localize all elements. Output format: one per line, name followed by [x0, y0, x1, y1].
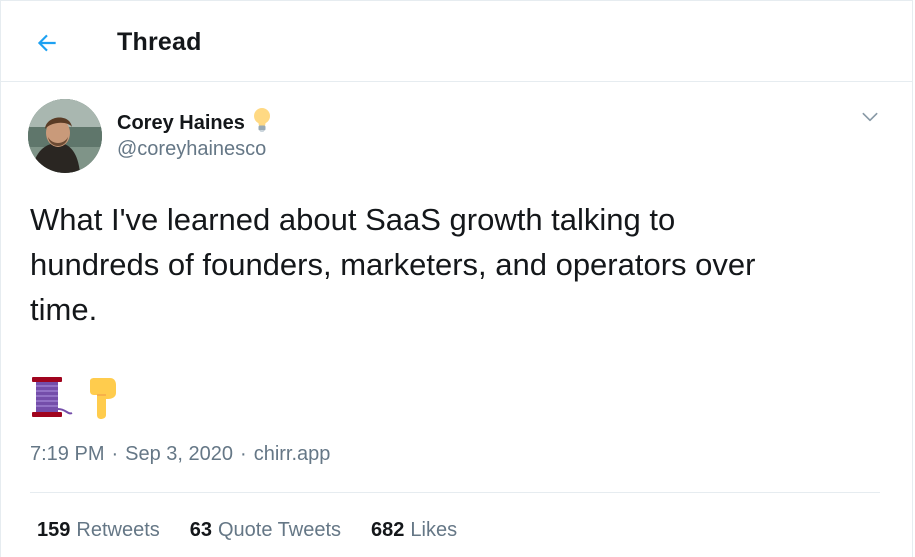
retweets-stat[interactable]: 159 Retweets	[37, 519, 160, 542]
tweet-stats: 159 Retweets 63 Quote Tweets 682 Likes	[37, 519, 487, 542]
header: Thread	[1, 1, 912, 82]
back-button[interactable]	[27, 23, 67, 63]
likes-label: Likes	[410, 519, 458, 541]
profile-photo	[28, 99, 102, 173]
tweet-date[interactable]: Sep 3, 2020	[125, 443, 233, 466]
quote-tweets-stat[interactable]: 63 Quote Tweets	[190, 519, 341, 542]
chevron-down-icon	[862, 112, 878, 122]
meta-separator: ·	[240, 443, 247, 465]
author-handle[interactable]: @coreyhainesco	[117, 138, 266, 161]
tweet-menu-button[interactable]	[857, 104, 883, 130]
source-app-link[interactable]: chirr.app	[254, 443, 331, 466]
avatar[interactable]	[28, 99, 102, 173]
author-name: Corey Haines	[117, 111, 245, 134]
quote-tweets-count: 63	[189, 519, 212, 541]
retweets-count: 159	[37, 519, 71, 541]
meta-separator: ·	[111, 443, 119, 465]
divider	[30, 492, 880, 493]
light-bulb-icon	[252, 107, 272, 139]
thread-view: Thread Corey Haines @coreyhainesco What …	[0, 0, 913, 557]
page-title: Thread	[117, 28, 202, 56]
author-name-row[interactable]: Corey Haines	[117, 107, 272, 139]
quote-tweets-label: Quote Tweets	[218, 519, 342, 541]
emoji-row	[30, 375, 120, 424]
retweets-label: Retweets	[76, 519, 160, 541]
tweet-meta: 7:19 PM · Sep 3, 2020 · chirr.app	[30, 443, 330, 466]
pointing-down-icon	[84, 377, 120, 424]
thread-spool-icon	[30, 375, 74, 424]
likes-count: 682	[371, 519, 405, 541]
likes-stat[interactable]: 682 Likes	[371, 519, 457, 542]
back-arrow-icon	[37, 34, 56, 52]
tweet-time[interactable]: 7:19 PM	[30, 443, 104, 466]
tweet-text: What I've learned about SaaS growth talk…	[30, 202, 756, 327]
